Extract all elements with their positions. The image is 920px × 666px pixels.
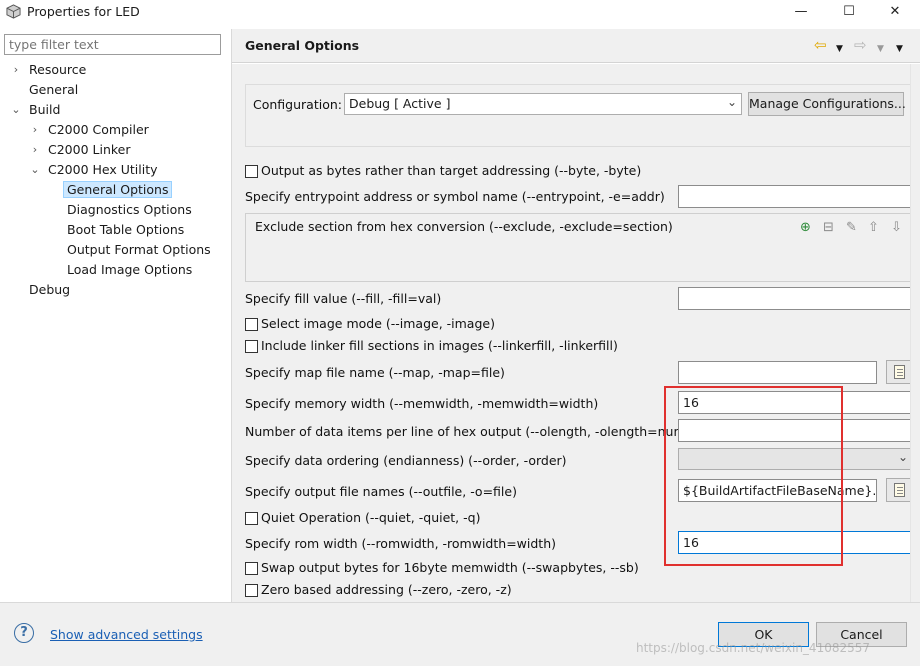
page-title: General Options [245, 38, 360, 53]
tree-item-label: General [29, 82, 79, 97]
romwidth-label: Specify rom width (--romwidth, -romwidth… [245, 536, 556, 551]
tree-item-label: Debug [29, 282, 71, 297]
app-cube-icon [6, 4, 21, 19]
chevron-down-icon[interactable]: ⌄ [29, 160, 41, 180]
tree-item-label: Boot Table Options [67, 222, 185, 237]
olength-label: Number of data items per line of hex out… [245, 424, 691, 439]
page-header: General Options ⇦ ▼ ⇨ ▼ ▼ [232, 29, 920, 63]
back-menu-chevron-icon[interactable]: ▼ [836, 41, 843, 57]
add-item-icon[interactable]: ⊕ [800, 220, 811, 235]
zero-label: Zero based addressing (--zero, -zero, -z… [261, 582, 512, 597]
image-checkbox[interactable] [245, 318, 258, 331]
entrypoint-field[interactable] [678, 185, 913, 208]
tree-item-linker[interactable]: › C2000 Linker [29, 140, 131, 160]
tree-item-compiler[interactable]: › C2000 Compiler [29, 120, 149, 140]
move-up-icon[interactable]: ⇧ [868, 220, 879, 235]
byte-checkbox[interactable] [245, 165, 258, 178]
manage-configurations-button[interactable]: Manage Configurations... [748, 92, 906, 116]
chevron-right-icon[interactable]: › [29, 140, 41, 160]
tree-item-label: Output Format Options [67, 242, 211, 257]
order-label: Specify data ordering (endianness) (--or… [245, 453, 567, 468]
tree-item-label: Build [29, 102, 61, 117]
show-advanced-settings-link[interactable]: Show advanced settings [50, 627, 203, 642]
linkerfill-checkbox[interactable] [245, 340, 258, 353]
quiet-label: Quiet Operation (--quiet, -quiet, -q) [261, 510, 481, 525]
back-arrow-icon[interactable]: ⇦ [814, 37, 827, 53]
chevron-right-icon[interactable]: › [29, 120, 41, 140]
watermark-text: https://blog.csdn.net/weixin_41082557 [636, 641, 871, 655]
forward-arrow-icon[interactable]: ⇨ [854, 37, 867, 53]
chevron-down-icon: ⌄ [726, 95, 737, 109]
image-label: Select image mode (--image, -image) [261, 316, 495, 331]
tree-item-label: Resource [29, 62, 87, 77]
zero-checkbox[interactable] [245, 584, 258, 597]
edit-item-icon[interactable]: ✎ [846, 220, 857, 235]
chevron-right-icon[interactable]: › [10, 60, 22, 80]
maximize-button[interactable]: ☐ [838, 2, 860, 22]
delete-item-icon[interactable]: ⊟ [823, 220, 834, 235]
tree-item-output-format[interactable]: Output Format Options [67, 240, 211, 260]
help-icon[interactable]: ? [14, 623, 34, 643]
configuration-label: Configuration: [253, 97, 342, 112]
title-bar: Properties for LED — ☐ ✕ [0, 0, 920, 24]
map-field[interactable] [678, 361, 877, 384]
byte-label: Output as bytes rather than target addre… [261, 163, 642, 178]
memwidth-label: Specify memory width (--memwidth, -memwi… [245, 396, 599, 411]
close-button[interactable]: ✕ [884, 2, 906, 22]
configuration-value: Debug [ Active ] [349, 96, 451, 111]
browse-outfile-button[interactable] [886, 478, 912, 502]
tree-item-debug[interactable]: Debug [29, 280, 70, 300]
swapbytes-checkbox[interactable] [245, 562, 258, 575]
filter-input[interactable] [4, 34, 221, 55]
property-tree-pane: › Resource General ⌄ Build › C2000 Compi… [0, 29, 231, 602]
fill-label: Specify fill value (--fill, -fill=val) [245, 291, 442, 306]
entrypoint-label: Specify entrypoint address or symbol nam… [245, 189, 665, 204]
tree-item-general[interactable]: General [29, 80, 78, 100]
highlight-annotation [664, 386, 843, 566]
map-label: Specify map file name (--map, -map=file) [245, 365, 505, 380]
exclude-label: Exclude section from hex conversion (--e… [255, 219, 673, 234]
quiet-checkbox[interactable] [245, 512, 258, 525]
tree-item-hex-utility[interactable]: ⌄ C2000 Hex Utility [29, 160, 158, 180]
vertical-scrollbar[interactable] [910, 64, 920, 602]
fill-field[interactable] [678, 287, 913, 310]
view-menu-chevron-icon[interactable]: ▼ [896, 41, 903, 57]
configuration-select[interactable]: Debug [ Active ] ⌄ [344, 93, 742, 115]
forward-menu-chevron-icon[interactable]: ▼ [877, 41, 884, 57]
chevron-down-icon[interactable]: ⌄ [10, 100, 22, 120]
tree-item-diagnostics[interactable]: Diagnostics Options [67, 200, 192, 220]
tree-item-label: C2000 Hex Utility [48, 162, 158, 177]
tree-item-label: C2000 Linker [48, 142, 131, 157]
tree-item-build[interactable]: ⌄ Build [10, 100, 60, 120]
tree-item-general-options[interactable]: General Options [63, 180, 173, 200]
tree-item-load-image[interactable]: Load Image Options [67, 260, 192, 280]
document-icon [894, 483, 905, 497]
window-title: Properties for LED [27, 4, 140, 19]
swapbytes-label: Swap output bytes for 16byte memwidth (-… [261, 560, 639, 575]
configuration-group: Configuration: Debug [ Active ] ⌄ Manage… [245, 84, 913, 147]
move-down-icon[interactable]: ⇩ [891, 220, 902, 235]
exclude-section-list[interactable]: Exclude section from hex conversion (--e… [245, 213, 913, 282]
tree-item-label: Load Image Options [67, 262, 193, 277]
chevron-down-icon: ⌄ [897, 450, 908, 464]
tree-item-resource[interactable]: › Resource [10, 60, 87, 80]
tree-item-label: General Options [63, 181, 173, 198]
minimize-button[interactable]: — [790, 2, 812, 22]
document-icon [894, 365, 905, 379]
linkerfill-label: Include linker fill sections in images (… [261, 338, 618, 353]
outfile-label: Specify output file names (--outfile, -o… [245, 484, 517, 499]
tree-item-label: C2000 Compiler [48, 122, 149, 137]
dialog-footer: ? Show advanced settings OK Cancel https… [0, 602, 920, 666]
tree-item-boot-table[interactable]: Boot Table Options [67, 220, 184, 240]
tree-item-label: Diagnostics Options [67, 202, 192, 217]
browse-map-button[interactable] [886, 360, 912, 384]
